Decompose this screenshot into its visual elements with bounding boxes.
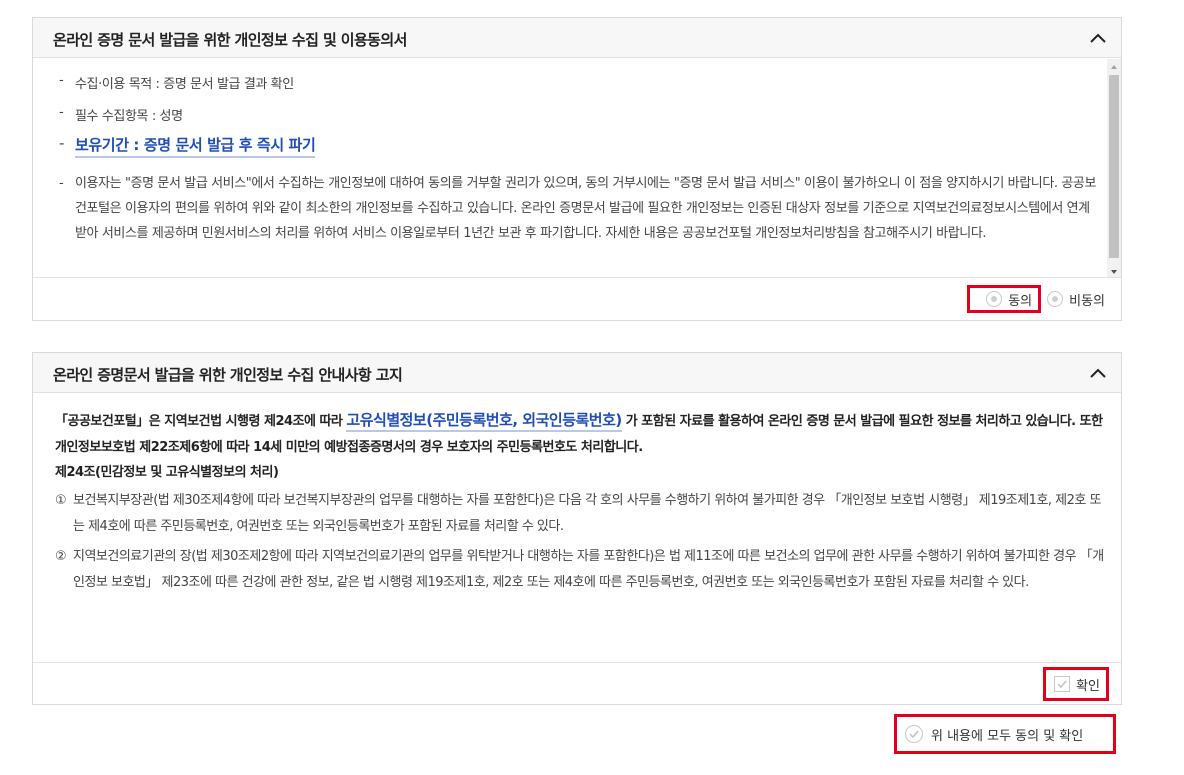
purpose-text: 수집·이용 목적 : 증명 문서 발급 결과 확인 bbox=[75, 77, 294, 92]
agree-radio[interactable]: 동의 bbox=[967, 285, 1042, 313]
disagree-radio[interactable]: 비동의 bbox=[1041, 285, 1109, 313]
list-item: - 수집·이용 목적 : 증명 문서 발급 결과 확인 bbox=[59, 73, 294, 92]
consent-panel: 온라인 증명 문서 발급을 위한 개인정보 수집 및 이용동의서 - 수집·이용… bbox=[32, 17, 1122, 321]
notice-lead-paragraph: 「공공보건포털」은 지역보건법 시행령 제24조에 따라 고유식별정보(주민등록… bbox=[55, 407, 1105, 461]
list-dash: - bbox=[59, 73, 64, 88]
clause-number: ① bbox=[55, 493, 67, 508]
radio-circle-icon bbox=[1047, 291, 1064, 307]
consent-scroll-area[interactable]: - 수집·이용 목적 : 증명 문서 발급 결과 확인 - 필수 수집항목 : … bbox=[33, 59, 1121, 278]
consent-panel-header[interactable]: 온라인 증명 문서 발급을 위한 개인정보 수집 및 이용동의서 bbox=[33, 18, 1121, 58]
article-title: 제24조(민감정보 및 고유식별정보의 처리) bbox=[55, 465, 279, 480]
confirm-label: 확인 bbox=[1076, 678, 1100, 694]
unique-id-info-highlight: 고유식별정보(주민등록번호, 외국인등록번호) bbox=[346, 411, 622, 432]
scroll-down-arrow-icon[interactable] bbox=[1107, 264, 1121, 278]
check-circle-icon bbox=[905, 725, 923, 743]
agree-all-button[interactable]: 위 내용에 모두 동의 및 확인 bbox=[894, 714, 1116, 754]
retention-period-text: 보유기간 : 증명 문서 발급 후 즉시 파기 bbox=[75, 136, 316, 158]
clause-text: 지역보건의료기관의 장(법 제30조제2항에 따라 지역보건의료기관의 업무를 … bbox=[73, 549, 1104, 590]
clause-text: 보건복지부장관(법 제30조제4항에 따라 보건복지부장관의 업무를 대행하는 … bbox=[73, 493, 1101, 534]
confirm-checkbox[interactable]: 확인 bbox=[1043, 667, 1109, 701]
notice-panel-footer: 확인 bbox=[33, 662, 1121, 704]
scrollbar[interactable] bbox=[1107, 59, 1121, 278]
notice-panel-title: 온라인 증명문서 발급을 위한 개인정보 수집 안내사항 고지 bbox=[53, 366, 403, 384]
list-dash: - bbox=[59, 134, 65, 152]
clause-item: ② 지역보건의료기관의 장(법 제30조제2항에 따라 지역보건의료기관의 업무… bbox=[55, 544, 1105, 596]
notice-panel: 온라인 증명문서 발급을 위한 개인정보 수집 안내사항 고지 「공공보건포털」… bbox=[32, 352, 1122, 705]
agree-all-label: 위 내용에 모두 동의 및 확인 bbox=[931, 728, 1084, 744]
required-items-text: 필수 수집항목 : 성명 bbox=[75, 109, 183, 124]
consent-panel-footer: 동의 비동의 bbox=[33, 277, 1121, 320]
consent-description-text: 이용자는 "증명 문서 발급 서비스"에서 수집하는 개인정보에 대하여 동의를… bbox=[75, 176, 1097, 241]
notice-lead-prefix: 「공공보건포털」은 지역보건법 시행령 제24조에 따라 bbox=[55, 414, 347, 429]
consent-panel-title: 온라인 증명 문서 발급을 위한 개인정보 수집 및 이용동의서 bbox=[53, 31, 407, 49]
notice-content: 「공공보건포털」은 지역보건법 시행령 제24조에 따라 고유식별정보(주민등록… bbox=[55, 407, 1105, 596]
checkbox-icon bbox=[1054, 676, 1071, 692]
list-dash: - bbox=[59, 176, 64, 191]
disagree-label: 비동의 bbox=[1069, 293, 1105, 309]
list-item: - 필수 수집항목 : 성명 bbox=[59, 105, 183, 124]
agree-label: 동의 bbox=[1008, 293, 1033, 309]
list-dash: - bbox=[59, 105, 64, 120]
scroll-up-arrow-icon[interactable] bbox=[1107, 59, 1121, 73]
clause-item: ① 보건복지부장관(법 제30조제4항에 따라 보건복지부장관의 업무를 대행하… bbox=[55, 488, 1105, 540]
chevron-up-icon[interactable] bbox=[1087, 28, 1109, 48]
chevron-up-icon[interactable] bbox=[1087, 363, 1109, 383]
list-item: - 보유기간 : 증명 문서 발급 후 즉시 파기 bbox=[59, 134, 316, 158]
list-item: - 이용자는 "증명 문서 발급 서비스"에서 수집하는 개인정보에 대하여 동… bbox=[59, 171, 1099, 246]
scrollbar-thumb[interactable] bbox=[1109, 75, 1119, 258]
notice-panel-header[interactable]: 온라인 증명문서 발급을 위한 개인정보 수집 안내사항 고지 bbox=[33, 353, 1121, 393]
consent-radio-group: 동의 비동의 bbox=[967, 285, 1109, 313]
radio-circle-icon bbox=[986, 291, 1003, 307]
clause-number: ② bbox=[55, 549, 67, 564]
